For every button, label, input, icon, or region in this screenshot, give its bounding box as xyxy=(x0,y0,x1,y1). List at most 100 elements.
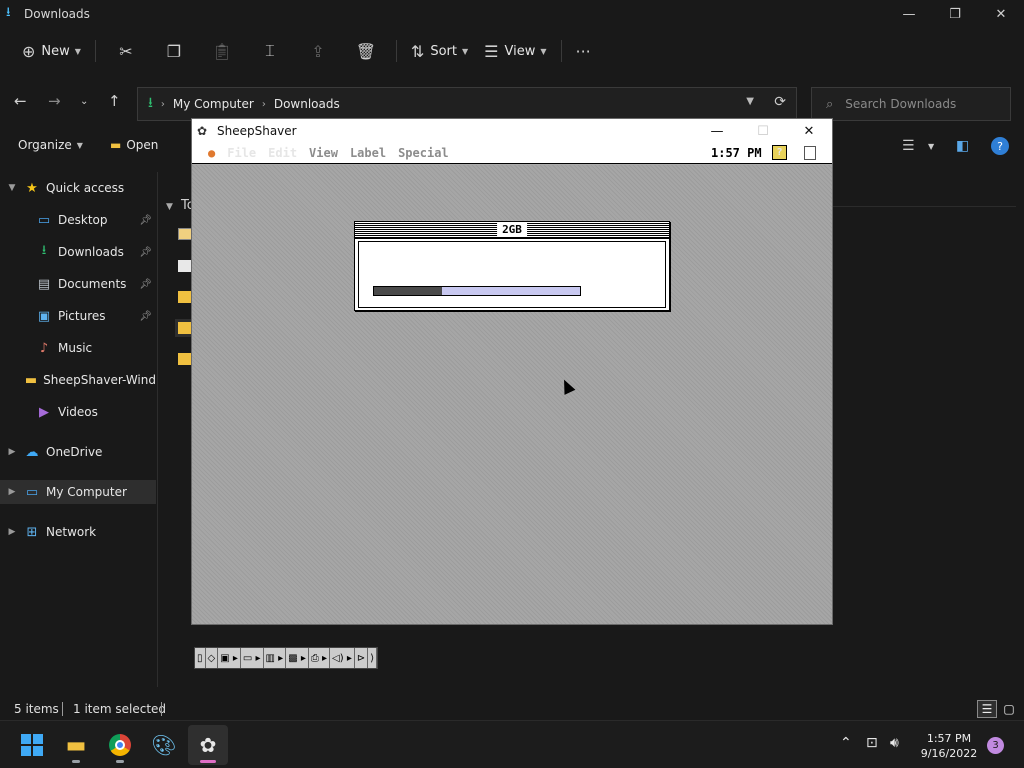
chevron-down-icon[interactable]: ▼ xyxy=(166,202,173,212)
sidebar-item-videos[interactable]: ▶ Videos xyxy=(0,400,156,424)
control-strip-end-icon[interactable]: ⟩ xyxy=(368,648,378,668)
chevron-right-icon[interactable]: ▶ xyxy=(0,447,24,457)
breadcrumb-downloads[interactable]: Downloads xyxy=(274,97,340,111)
minimize-button[interactable]: — xyxy=(886,0,932,28)
details-view-icon[interactable]: ☰ xyxy=(902,138,915,154)
sidebar-item-pictures[interactable]: ▣ Pictures 📌︎ xyxy=(0,304,156,328)
preview-pane-icon[interactable]: ◧ xyxy=(956,138,969,154)
clock-time: 1:57 PM xyxy=(926,732,972,745)
organize-label: Organize xyxy=(18,138,72,152)
details-view-toggle[interactable]: ☰ xyxy=(977,700,997,718)
chevron-down-icon: ▼ xyxy=(540,46,547,56)
taskbar-chrome[interactable] xyxy=(100,725,140,765)
control-strip-scroll-icon[interactable]: ◇ xyxy=(206,648,219,668)
list-item[interactable] xyxy=(178,291,192,303)
delete-button[interactable]: 🗑︎ xyxy=(342,36,390,66)
sidebar-item-onedrive[interactable]: ▶ ☁ OneDrive xyxy=(0,440,156,464)
copy-button[interactable]: ❐ xyxy=(150,36,198,66)
pictures-icon: ▣ xyxy=(37,308,51,324)
mac-menu-edit[interactable]: Edit xyxy=(268,146,297,160)
search-input[interactable] xyxy=(845,97,996,111)
sidebar-item-desktop[interactable]: ▭ Desktop 📌︎ xyxy=(0,208,156,232)
monitor-color-icon[interactable]: ▥ ▸ xyxy=(264,648,287,668)
notification-badge[interactable]: 3 xyxy=(987,737,1004,754)
refresh-icon[interactable]: ⟳ xyxy=(774,94,786,110)
sheepshaver-minimize-button[interactable]: — xyxy=(694,119,740,143)
sidebar-item-sheepshaver-folder[interactable]: ▬ SheepShaver-Wind xyxy=(0,368,156,392)
address-bar[interactable]: ⭳ › My Computer › Downloads ▼ ⟳ xyxy=(137,87,797,121)
sidebar-item-my-computer[interactable]: ▶ ▭ My Computer xyxy=(0,480,156,504)
back-arrow-icon[interactable]: ← xyxy=(14,92,27,110)
disk-icon[interactable]: ▣ ▸ xyxy=(218,648,241,668)
mac-desktop[interactable]: 2GB ▯ ◇ ▣ ▸ ▭ ▸ ▥ ▸ ▩ ▸ ⎙ ▸ ◁) ▸ ⊳ ⟩ xyxy=(192,165,832,669)
open-button[interactable]: ▬ Open xyxy=(110,138,158,152)
sidebar-item-label: My Computer xyxy=(46,485,127,499)
search-box[interactable]: ⌕ xyxy=(811,87,1011,121)
chevron-down-icon[interactable]: ▼ xyxy=(928,142,934,151)
mac-menu-special[interactable]: Special xyxy=(398,146,449,160)
breadcrumb-my-computer[interactable]: My Computer xyxy=(173,97,254,111)
mac-menu-file[interactable]: File xyxy=(227,146,256,160)
control-strip-arrow-icon[interactable]: ⊳ xyxy=(355,648,369,668)
chevron-down-icon[interactable]: ▼ xyxy=(0,183,24,193)
volume-icon[interactable]: 🔊︎ xyxy=(890,735,899,751)
taskbar-sheepshaver[interactable]: ✿ xyxy=(188,725,228,765)
apple-menu-icon[interactable]: ● xyxy=(208,146,215,160)
control-strip[interactable]: ▯ ◇ ▣ ▸ ▭ ▸ ▥ ▸ ▩ ▸ ⎙ ▸ ◁) ▸ ⊳ ⟩ xyxy=(194,647,379,669)
sidebar-item-label: SheepShaver-Wind xyxy=(43,373,156,387)
sheepshaver-maximize-button[interactable]: ☐ xyxy=(740,119,786,143)
rename-button[interactable]: ⌶ xyxy=(246,36,294,66)
share-button[interactable]: ⇪ xyxy=(294,36,342,66)
column-divider xyxy=(832,206,1016,207)
sort-button[interactable]: ⇅ Sort ▼ xyxy=(403,36,476,66)
balloon-help-icon[interactable]: ? xyxy=(772,145,787,160)
speaker-icon[interactable]: ◁) ▸ xyxy=(330,648,355,668)
progress-dialog-title-bar[interactable]: 2GB xyxy=(355,222,669,239)
chevron-right-icon[interactable]: ▶ xyxy=(0,527,24,537)
mac-menu-clock[interactable]: 1:57 PM xyxy=(711,146,762,160)
recent-locations-icon[interactable]: ⌄ xyxy=(80,96,88,107)
up-arrow-icon[interactable]: ↑ xyxy=(108,92,121,110)
forward-arrow-icon[interactable]: → xyxy=(48,92,61,110)
list-item[interactable] xyxy=(175,319,195,337)
sheepshaver-icon: ✿ xyxy=(199,733,217,757)
restore-button[interactable]: ❐ xyxy=(932,0,978,28)
taskbar-file-explorer[interactable]: ▬ xyxy=(56,725,96,765)
help-icon[interactable]: ? xyxy=(991,137,1009,155)
control-strip-handle-icon[interactable]: ▯ xyxy=(195,648,206,668)
view-button[interactable]: ☰ View ▼ xyxy=(476,36,554,66)
printer-icon[interactable]: ⎙ ▸ xyxy=(309,648,331,668)
chevron-right-icon[interactable]: ▶ xyxy=(0,487,24,497)
taskbar-clock[interactable]: 1:57 PM 9/16/2022 xyxy=(914,731,984,761)
list-item[interactable] xyxy=(178,353,192,365)
network-status-icon[interactable]: ⊡ xyxy=(866,735,878,751)
list-item[interactable] xyxy=(178,260,192,272)
list-item[interactable] xyxy=(178,228,192,240)
clipboard-icon: 📋︎ xyxy=(211,41,233,61)
chevron-up-icon[interactable]: ⌃ xyxy=(840,735,852,751)
folder-icon[interactable]: ▭ ▸ xyxy=(241,648,264,668)
sidebar-item-network[interactable]: ▶ ⊞ Network xyxy=(0,520,156,544)
sidebar-item-downloads[interactable]: ⭳ Downloads 📌︎ xyxy=(0,240,156,264)
paste-button[interactable]: 📋︎ xyxy=(198,36,246,66)
organize-button[interactable]: Organize ▼ xyxy=(18,138,83,152)
address-dropdown-icon[interactable]: ▼ xyxy=(746,96,754,107)
more-options-button[interactable]: ··· xyxy=(568,36,599,66)
sheepshaver-app-icon: ✿ xyxy=(197,124,208,138)
monitor-resolution-icon[interactable]: ▩ ▸ xyxy=(286,648,309,668)
sidebar-item-documents[interactable]: ▤ Documents 📌︎ xyxy=(0,272,156,296)
new-button[interactable]: ⊕ New ▼ xyxy=(14,36,89,66)
mac-menu-bar: ● File Edit View Label Special 1:57 PM ? xyxy=(192,143,832,164)
sidebar-item-music[interactable]: ♪ Music xyxy=(0,336,156,360)
sheepshaver-close-button[interactable]: ✕ xyxy=(786,119,832,143)
cut-button[interactable]: ✂ xyxy=(102,36,150,66)
sidebar-item-quick-access[interactable]: ▼ ★ Quick access xyxy=(0,176,156,200)
application-menu-icon[interactable] xyxy=(804,146,816,160)
close-button[interactable]: ✕ xyxy=(978,0,1024,28)
taskbar-paint[interactable]: 🎨︎ xyxy=(144,725,184,765)
mac-menu-view[interactable]: View xyxy=(309,146,338,160)
breadcrumb-separator-icon: › xyxy=(160,98,165,110)
tiles-view-toggle[interactable]: ▢ xyxy=(999,700,1019,718)
start-button[interactable] xyxy=(12,725,52,765)
mac-menu-label[interactable]: Label xyxy=(350,146,386,160)
